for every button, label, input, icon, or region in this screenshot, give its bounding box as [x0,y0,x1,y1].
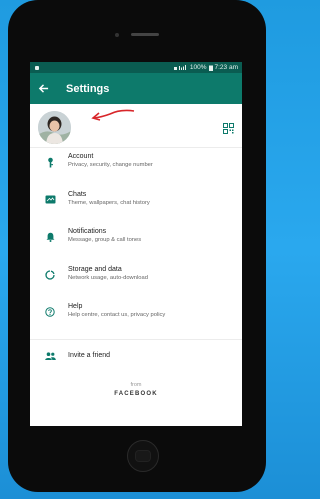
data-usage-icon [41,269,59,280]
profile-row[interactable] [30,104,242,148]
menu-item-subtitle: Message, group & call tones [68,237,142,243]
menu-item-title: Notifications [68,228,107,235]
status-bar: 100% 7:23 am [30,62,242,73]
menu-item-storage[interactable]: Storage and data Network usage, auto-dow… [30,261,242,299]
clock: 7:23 am [214,64,239,71]
menu-item-title: Storage and data [68,265,122,273]
battery-percent: 100% [189,64,207,71]
battery-icon [208,65,213,71]
menu-item-chats[interactable]: Chats Theme, wallpapers, chat history [30,186,242,224]
annotation-arrow [91,109,135,121]
people-icon [41,351,59,360]
menu-item-help[interactable]: Help Help centre, contact us, privacy po… [30,298,242,336]
home-button-inner [135,450,151,462]
footer: from FACEBOOK [30,382,242,397]
invite-friend-label: Invite a friend [68,352,111,359]
app-bar: Settings [30,73,242,104]
footer-brand: FACEBOOK [114,390,158,397]
menu-item-title: Chats [68,190,87,198]
status-right: 100% 7:23 am [173,64,239,71]
key-icon [41,157,59,168]
help-icon [41,307,59,317]
avatar-photo-icon [38,111,71,144]
notification-icon [35,65,39,70]
back-button[interactable] [38,82,52,96]
menu-item-title: Help [68,303,83,310]
avatar[interactable] [38,111,71,144]
chat-icon [41,195,59,204]
front-camera [115,33,119,37]
signal-icon [173,64,186,70]
menu-item-subtitle: Theme, wallpapers, chat history [68,199,150,206]
menu-item-title: Account [68,153,94,160]
menu-item-subtitle: Network usage, auto-download [68,274,148,281]
earpiece-speaker [131,33,159,36]
bell-icon [41,232,59,242]
phone-screen: 100% 7:23 am Settings Account Privacy, s… [30,62,242,426]
menu-item-notifications[interactable]: Notifications Message, group & call tone… [30,223,242,261]
qr-code-icon[interactable] [223,123,234,134]
menu-item-account[interactable]: Account Privacy, security, change number [30,148,242,186]
page-title: Settings [66,82,110,95]
menu-item-subtitle: Help centre, contact us, privacy policy [68,312,166,318]
menu-item-subtitle: Privacy, security, change number [68,162,153,168]
invite-friend-row[interactable]: Invite a friend [30,340,242,372]
footer-from: from [130,381,142,388]
back-arrow-icon [38,84,49,93]
